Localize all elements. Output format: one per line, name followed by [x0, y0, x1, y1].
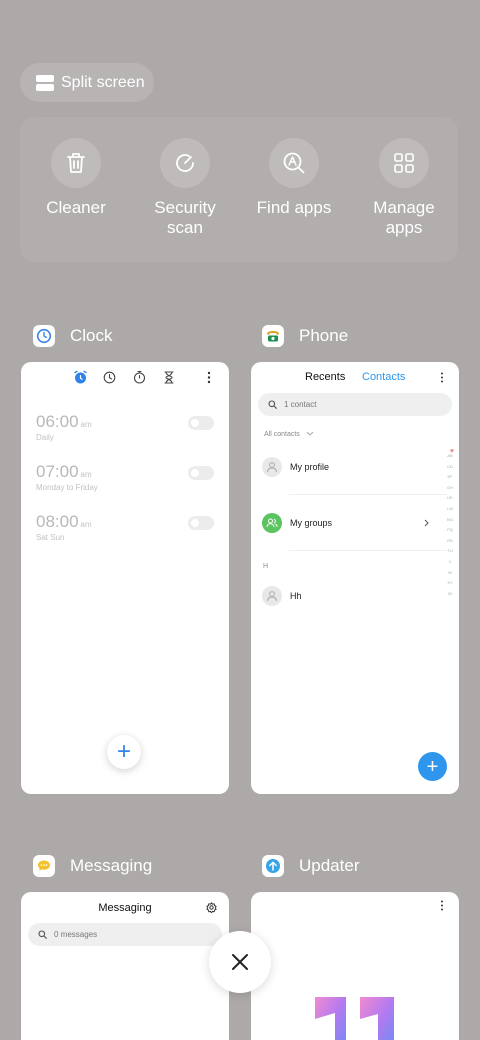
alarm-row[interactable]: 08:00 am Sat Sun: [36, 512, 214, 542]
alarm-time: 06:00: [36, 412, 79, 431]
updater-app-card[interactable]: [251, 892, 459, 1040]
contact-row-my-groups[interactable]: My groups: [262, 513, 442, 533]
contacts-search-input[interactable]: 1 contact: [258, 393, 452, 416]
divider: [289, 494, 447, 495]
updater-app-header[interactable]: Updater: [262, 855, 359, 877]
cleaner-button[interactable]: Cleaner: [26, 138, 126, 218]
manage-apps-button[interactable]: Manage apps: [354, 138, 454, 238]
more-options-icon[interactable]: [207, 371, 211, 384]
security-scan-icon: [160, 138, 210, 188]
contact-name: Hh: [290, 591, 302, 601]
messaging-app-icon: [33, 855, 55, 877]
alarm-toggle[interactable]: [188, 466, 214, 480]
updater-app-name: Updater: [299, 856, 360, 875]
tab-recents[interactable]: Recents: [305, 371, 345, 383]
alarm-repeat: Monday to Friday: [36, 483, 98, 492]
avatar: [262, 586, 282, 606]
find-apps-button[interactable]: Find apps: [244, 138, 344, 218]
clock-app-card[interactable]: 06:00 am Daily 07:00 am Monday to Friday 0…: [21, 362, 229, 794]
split-screen-button[interactable]: Split screen: [20, 63, 154, 102]
contact-row-my-profile[interactable]: My profile: [262, 457, 442, 477]
contacts-search-placeholder: 1 contact: [284, 400, 317, 409]
contacts-filter-label: All contacts: [264, 431, 300, 438]
groups-icon: [262, 513, 282, 533]
alphabet-index[interactable]: ABCDEFGHIJKLMNOPQRSTUVWXYZ#: [447, 451, 453, 599]
alarm-toggle[interactable]: [188, 516, 214, 530]
security-scan-button[interactable]: Security scan: [135, 138, 235, 238]
alarm-repeat: Sat Sun: [36, 533, 65, 542]
clock-app-icon: [33, 325, 55, 347]
find-apps-icon: [269, 138, 319, 188]
contact-row[interactable]: Hh: [262, 586, 442, 606]
close-all-button[interactable]: [209, 931, 271, 993]
chevron-down-icon: [306, 431, 314, 436]
timer-icon[interactable]: [163, 371, 175, 384]
alarm-ampm: am: [80, 420, 92, 429]
grid-icon: [379, 138, 429, 188]
gear-icon[interactable]: [206, 902, 217, 913]
clock-tab-bar: [21, 370, 229, 386]
contacts-filter-dropdown[interactable]: All contacts: [264, 431, 314, 438]
phone-app-icon: [262, 325, 284, 347]
search-icon: [268, 400, 277, 409]
more-options-icon[interactable]: [440, 372, 444, 383]
miui-11-logo: [315, 997, 394, 1040]
updater-app-icon: [262, 855, 284, 877]
trash-icon: [51, 138, 101, 188]
split-screen-label: Split screen: [61, 73, 145, 91]
cleaner-label: Cleaner: [46, 198, 106, 217]
messaging-title: Messaging: [98, 902, 152, 914]
find-apps-label: Find apps: [256, 198, 332, 217]
divider: [289, 550, 447, 551]
phone-app-header[interactable]: Phone: [262, 325, 348, 347]
alarm-time: 07:00: [36, 462, 79, 481]
add-alarm-button[interactable]: +: [107, 735, 141, 769]
add-contact-button[interactable]: +: [418, 752, 447, 781]
search-icon: [38, 930, 47, 939]
more-options-icon[interactable]: [440, 900, 444, 911]
world-clock-icon[interactable]: [103, 371, 116, 384]
alarm-toggle[interactable]: [188, 416, 214, 430]
contact-name: My profile: [290, 462, 330, 472]
security-scan-label: Security scan: [154, 198, 216, 237]
close-icon: [232, 954, 248, 970]
alarm-row[interactable]: 06:00 am Daily: [36, 412, 214, 442]
messages-search-placeholder: 0 messages: [54, 930, 98, 939]
alarm-time: 08:00: [36, 512, 79, 531]
tab-contacts[interactable]: Contacts: [362, 371, 405, 383]
messaging-app-card[interactable]: Messaging 0 messages: [21, 892, 229, 1040]
alarm-ampm: am: [80, 470, 92, 479]
phone-app-card[interactable]: Recents Contacts 1 contact All contacts …: [251, 362, 459, 794]
clock-app-name: Clock: [70, 326, 113, 345]
chevron-right-icon: [424, 519, 429, 527]
split-screen-icon: [36, 74, 54, 91]
phone-app-name: Phone: [299, 326, 349, 345]
messaging-app-name: Messaging: [70, 856, 153, 875]
messaging-app-header[interactable]: Messaging: [33, 855, 152, 877]
alarm-row[interactable]: 07:00 am Monday to Friday: [36, 462, 214, 492]
contact-name: My groups: [290, 518, 333, 528]
manage-apps-label: Manage apps: [373, 198, 435, 237]
avatar: [262, 457, 282, 477]
clock-app-header[interactable]: Clock: [33, 325, 113, 347]
stopwatch-icon[interactable]: [133, 370, 146, 384]
alarm-ampm: am: [80, 520, 92, 529]
alarm-icon[interactable]: [73, 370, 88, 385]
section-header: H: [263, 563, 269, 570]
alarm-repeat: Daily: [36, 433, 54, 442]
messages-search-input[interactable]: 0 messages: [28, 923, 222, 946]
